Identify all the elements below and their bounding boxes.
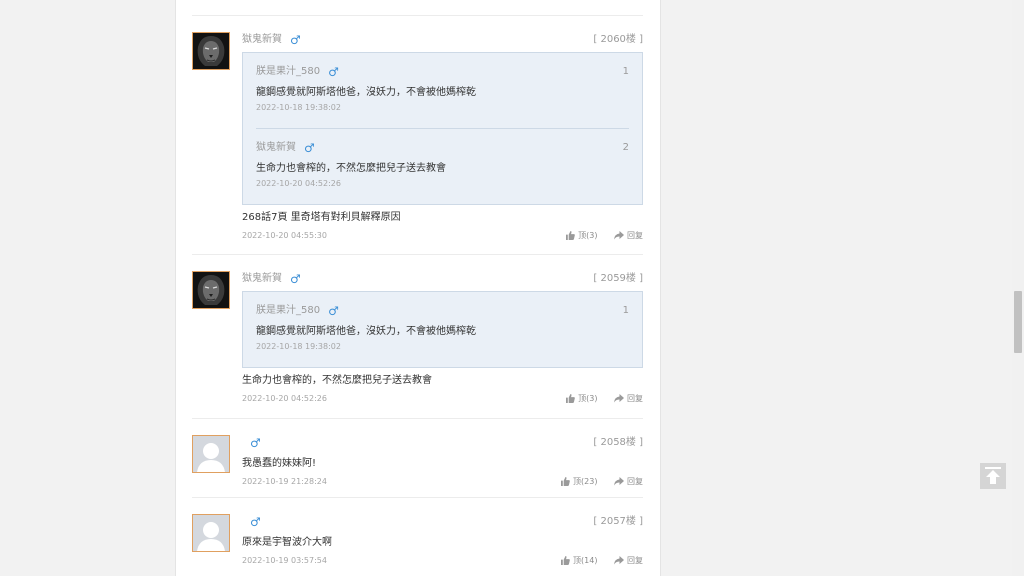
back-to-top-button[interactable] bbox=[980, 463, 1006, 489]
top-divider bbox=[192, 15, 643, 16]
comment-body: 獄鬼新賀 ♂ [ 2060楼 ] 朕是果汁_580 ♂ 1 龍鋼感覺就阿斯塔他爸，沒… bbox=[242, 32, 643, 243]
quote-username-link[interactable]: 獄鬼新賀 bbox=[256, 140, 296, 156]
thumbs-up-icon bbox=[566, 394, 575, 403]
like-button[interactable]: 顶(23) bbox=[561, 475, 597, 489]
reply-arrow-icon bbox=[614, 556, 624, 565]
page-scrollbar[interactable] bbox=[1012, 0, 1024, 576]
quote-number: 1 bbox=[622, 66, 629, 77]
lion-avatar-icon bbox=[193, 33, 229, 69]
thumbs-up-icon bbox=[566, 231, 575, 240]
reply-label: 回复 bbox=[627, 231, 643, 240]
comment-footer: 2022-10-19 03:57:54 顶(14) 回复 bbox=[242, 554, 643, 568]
quote-item: 獄鬼新賀 ♂ 2 生命力也會榨的，不然怎麼把兒子送去教會 2022-10-20 0… bbox=[256, 128, 629, 204]
default-avatar-icon bbox=[193, 436, 229, 472]
reply-label: 回复 bbox=[627, 477, 643, 486]
reply-button[interactable]: 回复 bbox=[614, 392, 643, 406]
comment-body: ♂ [ 2058楼 ] 我愚蠢的妹妹阿! 2022-10-19 21:28:24… bbox=[242, 435, 643, 489]
comment-header: 獄鬼新賀 ♂ [ 2060楼 ] bbox=[242, 32, 643, 48]
comment-footer: 2022-10-19 21:28:24 顶(23) 回复 bbox=[242, 475, 643, 489]
quote-number: 2 bbox=[622, 142, 629, 153]
quote-timestamp: 2022-10-18 19:38:02 bbox=[256, 342, 341, 351]
quote-number: 1 bbox=[622, 305, 629, 316]
quote-item: 朕是果汁_580 ♂ 1 龍鋼感覺就阿斯塔他爸，沒妖力，不會被他媽榨乾 2022-… bbox=[256, 292, 629, 367]
quote-text: 龍鋼感覺就阿斯塔他爸，沒妖力，不會被他媽榨乾 bbox=[256, 326, 476, 337]
username-link[interactable]: 獄鬼新賀 bbox=[242, 32, 282, 48]
floor-number: [ 2059楼 ] bbox=[593, 273, 643, 284]
like-button[interactable]: 顶(3) bbox=[566, 392, 597, 406]
like-count: 顶(14) bbox=[573, 556, 598, 565]
arrow-up-icon bbox=[985, 467, 1001, 484]
quote-header: 獄鬼新賀 ♂ 2 bbox=[256, 140, 629, 156]
like-count: 顶(23) bbox=[573, 477, 598, 486]
reply-button[interactable]: 回复 bbox=[614, 229, 643, 243]
comment-body: 獄鬼新賀 ♂ [ 2059楼 ] 朕是果汁_580 ♂ 1 龍鋼感覺就阿斯塔他爸，沒… bbox=[242, 271, 643, 406]
avatar[interactable] bbox=[192, 514, 230, 552]
thumbs-up-icon bbox=[561, 556, 570, 565]
reply-label: 回复 bbox=[627, 556, 643, 565]
like-count: 顶(3) bbox=[578, 231, 598, 240]
male-symbol-icon: ♂ bbox=[290, 33, 301, 47]
comment-header: ♂ [ 2058楼 ] bbox=[242, 435, 643, 451]
comment-text: 生命力也會榨的，不然怎麼把兒子送去教會 bbox=[242, 375, 432, 386]
quote-header: 朕是果汁_580 ♂ 1 bbox=[256, 64, 629, 80]
avatar[interactable] bbox=[192, 271, 230, 309]
quote-header: 朕是果汁_580 ♂ 1 bbox=[256, 303, 629, 319]
thumbs-up-icon bbox=[561, 477, 570, 486]
comment-header: 獄鬼新賀 ♂ [ 2059楼 ] bbox=[242, 271, 643, 287]
quote-item: 朕是果汁_580 ♂ 1 龍鋼感覺就阿斯塔他爸，沒妖力，不會被他媽榨乾 2022-… bbox=[256, 53, 629, 128]
comment-text: 原來是宇智波介大啊 bbox=[242, 537, 332, 548]
avatar[interactable] bbox=[192, 32, 230, 70]
reply-button[interactable]: 回复 bbox=[614, 475, 643, 489]
comment-header: ♂ [ 2057楼 ] bbox=[242, 514, 643, 530]
comment-divider bbox=[192, 254, 643, 255]
like-count: 顶(3) bbox=[578, 394, 598, 403]
quote-text: 生命力也會榨的，不然怎麼把兒子送去教會 bbox=[256, 163, 446, 174]
reply-label: 回复 bbox=[627, 394, 643, 403]
floor-number: [ 2058楼 ] bbox=[593, 437, 643, 448]
male-symbol-icon: ♂ bbox=[328, 65, 339, 79]
comment-body: ♂ [ 2057楼 ] 原來是宇智波介大啊 2022-10-19 03:57:5… bbox=[242, 514, 643, 568]
reply-arrow-icon bbox=[614, 477, 624, 486]
quote-username-link[interactable]: 朕是果汁_580 bbox=[256, 64, 320, 80]
lion-avatar-icon bbox=[193, 272, 229, 308]
male-symbol-icon: ♂ bbox=[328, 304, 339, 318]
comment-actions: 顶(3) 回复 bbox=[566, 392, 643, 406]
quoted-replies: 朕是果汁_580 ♂ 1 龍鋼感覺就阿斯塔他爸，沒妖力，不會被他媽榨乾 2022-… bbox=[242, 291, 643, 368]
comments-page: 獄鬼新賀 ♂ [ 2060楼 ] 朕是果汁_580 ♂ 1 龍鋼感覺就阿斯塔他爸，沒… bbox=[0, 0, 1024, 576]
like-button[interactable]: 顶(3) bbox=[566, 229, 597, 243]
username-link[interactable]: 獄鬼新賀 bbox=[242, 271, 282, 287]
quote-username-link[interactable]: 朕是果汁_580 bbox=[256, 303, 320, 319]
comment-timestamp: 2022-10-19 03:57:54 bbox=[242, 556, 327, 565]
male-symbol-icon: ♂ bbox=[290, 272, 301, 286]
comment-timestamp: 2022-10-20 04:55:30 bbox=[242, 231, 327, 240]
comment-divider bbox=[192, 497, 643, 498]
male-symbol-icon: ♂ bbox=[250, 515, 261, 529]
reply-arrow-icon bbox=[614, 394, 624, 403]
floor-number: [ 2060楼 ] bbox=[593, 34, 643, 45]
quote-text: 龍鋼感覺就阿斯塔他爸，沒妖力，不會被他媽榨乾 bbox=[256, 87, 476, 98]
comment-divider bbox=[192, 418, 643, 419]
quote-timestamp: 2022-10-18 19:38:02 bbox=[256, 103, 341, 112]
like-button[interactable]: 顶(14) bbox=[561, 554, 597, 568]
reply-arrow-icon bbox=[614, 231, 624, 240]
default-avatar-icon bbox=[193, 515, 229, 551]
floor-number: [ 2057楼 ] bbox=[593, 516, 643, 527]
male-symbol-icon: ♂ bbox=[304, 141, 315, 155]
male-symbol-icon: ♂ bbox=[250, 436, 261, 450]
comment-footer: 2022-10-20 04:55:30 顶(3) 回复 bbox=[242, 229, 643, 243]
comment-timestamp: 2022-10-19 21:28:24 bbox=[242, 477, 327, 486]
comment-footer: 2022-10-20 04:52:26 顶(3) 回复 bbox=[242, 392, 643, 406]
quoted-replies: 朕是果汁_580 ♂ 1 龍鋼感覺就阿斯塔他爸，沒妖力，不會被他媽榨乾 2022-… bbox=[242, 52, 643, 205]
comment-text: 我愚蠢的妹妹阿! bbox=[242, 458, 317, 469]
avatar[interactable] bbox=[192, 435, 230, 473]
comment-actions: 顶(3) 回复 bbox=[566, 229, 643, 243]
comment-actions: 顶(14) 回复 bbox=[561, 554, 643, 568]
scrollbar-thumb[interactable] bbox=[1014, 291, 1022, 353]
quote-timestamp: 2022-10-20 04:52:26 bbox=[256, 179, 341, 188]
reply-button[interactable]: 回复 bbox=[614, 554, 643, 568]
comment-actions: 顶(23) 回复 bbox=[561, 475, 643, 489]
comment-timestamp: 2022-10-20 04:52:26 bbox=[242, 394, 327, 403]
comment-text: 268話7頁 里奇塔有對利貝解釋原因 bbox=[242, 212, 401, 223]
